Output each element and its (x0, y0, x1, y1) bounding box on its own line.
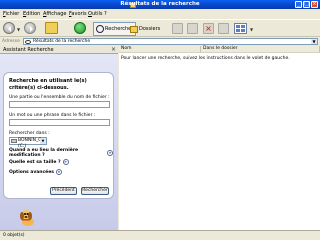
window-title: Résultats de la recherche (120, 1, 200, 7)
menu-fichier[interactable]: Fichier (3, 11, 19, 17)
move-to-icon[interactable] (172, 23, 183, 34)
refresh-icon[interactable] (74, 22, 86, 34)
filename-label: Une partie ou l'ensemble du nom de fichi… (9, 95, 110, 100)
drive-icon (11, 139, 17, 143)
option-size[interactable]: Quelle est sa taille ? » (9, 159, 69, 165)
expand-chevron-icon[interactable]: » (55, 169, 62, 175)
toolbar: ▼ Rechercher Dossiers × ▼ (0, 19, 320, 37)
phrase-input[interactable] (9, 119, 110, 126)
folders-button-label: Dossiers (139, 26, 161, 32)
undo-icon[interactable] (218, 23, 229, 34)
expand-chevron-icon[interactable]: » (62, 159, 69, 165)
copy-to-icon[interactable] (187, 23, 198, 34)
menu-help[interactable]: ? (104, 11, 107, 17)
close-button[interactable]: × (311, 1, 318, 8)
column-header-folder[interactable]: Dans le dossier (201, 46, 320, 53)
menu-favoris[interactable]: Favoris (69, 11, 87, 17)
magnifier-icon (96, 25, 104, 33)
address-label: Adresse (2, 39, 20, 44)
address-value: Résultats de la recherche (33, 39, 91, 44)
menu-edition[interactable]: Edition (23, 11, 40, 17)
results-message: Pour lancer une recherche, suivez les in… (121, 56, 290, 61)
option-size-label: Quelle est sa taille ? (9, 159, 61, 165)
option-date-label: Quand a eu lieu la dernière modification… (9, 148, 79, 158)
column-header-name[interactable]: Nom (119, 46, 201, 53)
views-dropdown-icon[interactable]: ▼ (250, 27, 253, 32)
delete-icon[interactable]: × (203, 23, 214, 34)
pane-title: Assistant Recherche (3, 47, 54, 53)
lookin-select[interactable]: BONNIN_C (C:) ▼ (9, 137, 47, 149)
menu-bar: Fichier Edition Affichage Favoris Outils… (0, 9, 320, 19)
search-companion-pane: Assistant Recherche × Recherche en utili… (0, 46, 118, 230)
maximize-button[interactable]: □ (303, 1, 310, 8)
menu-outils[interactable]: Outils (88, 11, 102, 17)
filename-input[interactable] (9, 101, 110, 108)
lookin-label: Rechercher dans : (9, 131, 50, 136)
option-advanced-label: Options avancées (9, 169, 54, 175)
chevron-down-icon[interactable]: ▼ (17, 27, 20, 32)
phrase-label: Un mot ou une phrase dans le fichier : (9, 113, 96, 118)
chevron-down-icon[interactable]: ▼ (40, 138, 46, 144)
minimize-button[interactable]: _ (295, 1, 302, 8)
status-text: 0 objet(s) (3, 233, 25, 238)
pane-body: Recherche en utilisant le(s) critère(s) … (0, 54, 118, 230)
search-submit-button[interactable]: Rechercher (81, 187, 109, 195)
option-advanced[interactable]: Options avancées » (9, 169, 62, 175)
address-dropdown-icon[interactable]: ▼ (311, 39, 317, 44)
search-results-small-icon (25, 40, 31, 44)
form-heading: Recherche en utilisant le(s) critère(s) … (9, 78, 87, 91)
views-icon[interactable] (234, 23, 247, 34)
folders-button[interactable]: Dossiers (128, 22, 162, 36)
title-bar: Résultats de la recherche _ □ × (0, 0, 320, 9)
address-field[interactable]: Résultats de la recherche ▼ (23, 38, 318, 45)
folder-up-icon[interactable] (45, 22, 58, 34)
address-bar: Adresse Résultats de la recherche ▼ (0, 37, 320, 46)
folder-icon (130, 25, 138, 33)
menu-affichage[interactable]: Affichage (43, 11, 67, 17)
window-controls: _ □ × (295, 1, 318, 8)
search-dog-icon[interactable] (17, 207, 37, 227)
close-pane-icon[interactable]: × (111, 46, 116, 53)
forward-arrow-icon[interactable] (24, 22, 36, 34)
pane-header: Assistant Recherche × (0, 46, 118, 54)
expand-chevron-icon[interactable]: » (107, 150, 113, 156)
results-pane: Nom Dans le dossier Pour lancer une rech… (119, 46, 320, 230)
search-form: Recherche en utilisant le(s) critère(s) … (3, 72, 114, 199)
status-bar: 0 objet(s) (0, 230, 320, 240)
back-arrow-icon[interactable] (3, 22, 15, 34)
option-date-modified[interactable]: Quand a eu lieu la dernière modification… (9, 148, 113, 158)
explorer-window: Résultats de la recherche _ □ × Fichier … (0, 0, 320, 240)
back-button[interactable]: Précédent (50, 187, 77, 195)
